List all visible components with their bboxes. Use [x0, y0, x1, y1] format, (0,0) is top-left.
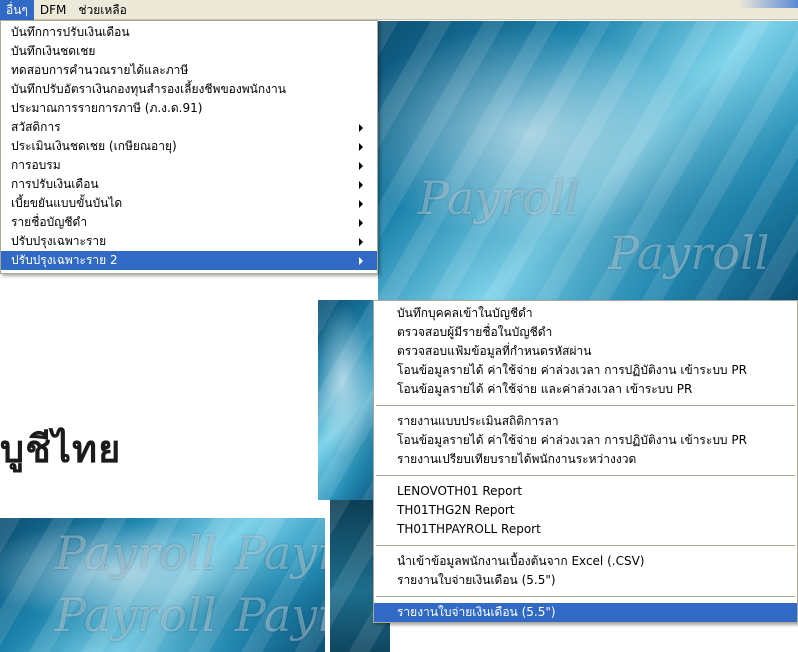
menu-item-label: บันทึกปรับอัตราเงินกองทุนสำรองเลี้ยงชีพข… [11, 82, 286, 96]
app-title: บูชีไทย [0, 427, 122, 471]
improvement-2-submenu: บันทึกบุคคลเข้าในบัญชีดำ ตรวจสอบผู้มีรายช… [373, 300, 798, 623]
submenu-item[interactable]: นำเข้าข้อมูลพนักงานเบื้องต้นจาก Excel (.… [374, 552, 797, 571]
submenu-item[interactable]: โอนข้อมูลรายได้ ค่าใช้จ่าย ค่าล่วงเวลา ก… [374, 361, 797, 380]
submenu-arrow-icon [359, 200, 363, 208]
submenu-item[interactable]: โอนข้อมูลรายได้ ค่าใช้จ่าย และค่าล่วงเวล… [374, 380, 797, 399]
submenu-arrow-icon [359, 257, 363, 265]
submenu-arrow-icon [359, 238, 363, 246]
menu-separator [376, 405, 795, 406]
menu-item-label: ปรับปรุงเฉพาะราย 2 [11, 253, 118, 267]
menubar-item-other[interactable]: อื่นๆ [0, 0, 34, 20]
menu-item-label: บันทึกเงินชดเชย [11, 44, 96, 58]
menu-item-label: ประมาณการรายการภาษี (ภ.ง.ด.91) [11, 101, 203, 115]
submenu-arrow-icon [359, 219, 363, 227]
window-title-edge [738, 0, 798, 8]
payroll-watermark: Payroll [55, 526, 217, 580]
submenu-item[interactable]: รายงานใบจ่ายเงินเดือน (5.5") [374, 571, 797, 590]
menubar-item-dfm[interactable]: DFM [34, 0, 73, 20]
menu-item-label: ทดสอบการคำนวณรายได้และภาษี [11, 63, 189, 77]
other-dropdown-menu: บันทึกการปรับเงินเดือนบันทึกเงินชดเชยทดส… [0, 20, 378, 274]
menu-item[interactable]: บันทึกปรับอัตราเงินกองทุนสำรองเลี้ยงชีพข… [1, 80, 377, 99]
menu-item[interactable]: ปรับปรุงเฉพาะราย [1, 232, 377, 251]
menu-item-label: การอบรม [11, 158, 61, 172]
menu-item[interactable]: ปรับปรุงเฉพาะราย 2 [1, 251, 377, 270]
menu-separator [376, 545, 795, 546]
submenu-arrow-icon [359, 162, 363, 170]
submenu-item[interactable]: TH01THG2N Report [374, 501, 797, 520]
menu-item-label: เบี้ยขยันแบบขั้นบันได [11, 196, 123, 210]
submenu-arrow-icon [359, 124, 363, 132]
menu-item[interactable]: ทดสอบการคำนวณรายได้และภาษี [1, 61, 377, 80]
submenu-item[interactable]: TH01THPAYROLL Report [374, 520, 797, 539]
menu-item[interactable]: การปรับเงินเดือน [1, 175, 377, 194]
submenu-item[interactable]: LENOVOTH01 Report [374, 482, 797, 501]
menu-item[interactable]: รายชื่อบัญชีดำ [1, 213, 377, 232]
menu-bar: อื่นๆ DFM ช่วยเหลือ [0, 0, 798, 20]
menu-separator [376, 475, 795, 476]
menu-item-label: บันทึกการปรับเงินเดือน [11, 25, 130, 39]
menu-item[interactable]: บันทึกการปรับเงินเดือน [1, 23, 377, 42]
menu-item[interactable]: ประมาณการรายการภาษี (ภ.ง.ด.91) [1, 99, 377, 118]
payroll-watermark: Payroll [608, 226, 770, 280]
payroll-watermark: Payroll [418, 171, 580, 225]
submenu-item[interactable]: ตรวจสอบแฟ้มข้อมูลที่กำหนดรหัสผ่าน [374, 342, 797, 361]
submenu-item[interactable]: บันทึกบุคคลเข้าในบัญชีดำ [374, 304, 797, 323]
keyboard-banner-bottom: Payroll Payroll Payroll Payroll [0, 518, 325, 652]
menu-item-label: รายชื่อบัญชีดำ [11, 215, 88, 229]
submenu-item[interactable]: โอนข้อมูลรายได้ ค่าใช้จ่าย ค่าล่วงเวลา ก… [374, 431, 797, 450]
menu-item-label: ประเมินเงินชดเชย (เกษียณอายุ) [11, 139, 177, 153]
submenu-item[interactable]: ตรวจสอบผู้มีรายชื่อในบัญชีดำ [374, 323, 797, 342]
menu-item-label: ปรับปรุงเฉพาะราย [11, 234, 107, 248]
menu-item-label: การปรับเงินเดือน [11, 177, 99, 191]
submenu-item[interactable]: รายงานใบจ่ายเงินเดือน (5.5") [374, 603, 797, 622]
menu-item[interactable]: ประเมินเงินชดเชย (เกษียณอายุ) [1, 137, 377, 156]
menu-separator [376, 596, 795, 597]
menubar-item-help[interactable]: ช่วยเหลือ [72, 0, 133, 20]
keyboard-banner-image: Payroll Payroll [378, 21, 798, 301]
menu-item-label: สวัสดิการ [11, 120, 61, 134]
payroll-watermark: Payroll [55, 588, 217, 642]
menu-item[interactable]: เบี้ยขยันแบบขั้นบันได [1, 194, 377, 213]
submenu-arrow-icon [359, 181, 363, 189]
payroll-watermark: Payroll [235, 526, 325, 580]
menu-item[interactable]: การอบรม [1, 156, 377, 175]
submenu-item[interactable]: รายงานแบบประเมินสถิติการลา [374, 412, 797, 431]
menu-item[interactable]: บันทึกเงินชดเชย [1, 42, 377, 61]
payroll-watermark: Payroll [235, 588, 325, 642]
submenu-arrow-icon [359, 143, 363, 151]
submenu-item[interactable]: รายงานเปรียบเทียบรายได้พนักงานระหว่างงวด [374, 450, 797, 469]
menu-item[interactable]: สวัสดิการ [1, 118, 377, 137]
